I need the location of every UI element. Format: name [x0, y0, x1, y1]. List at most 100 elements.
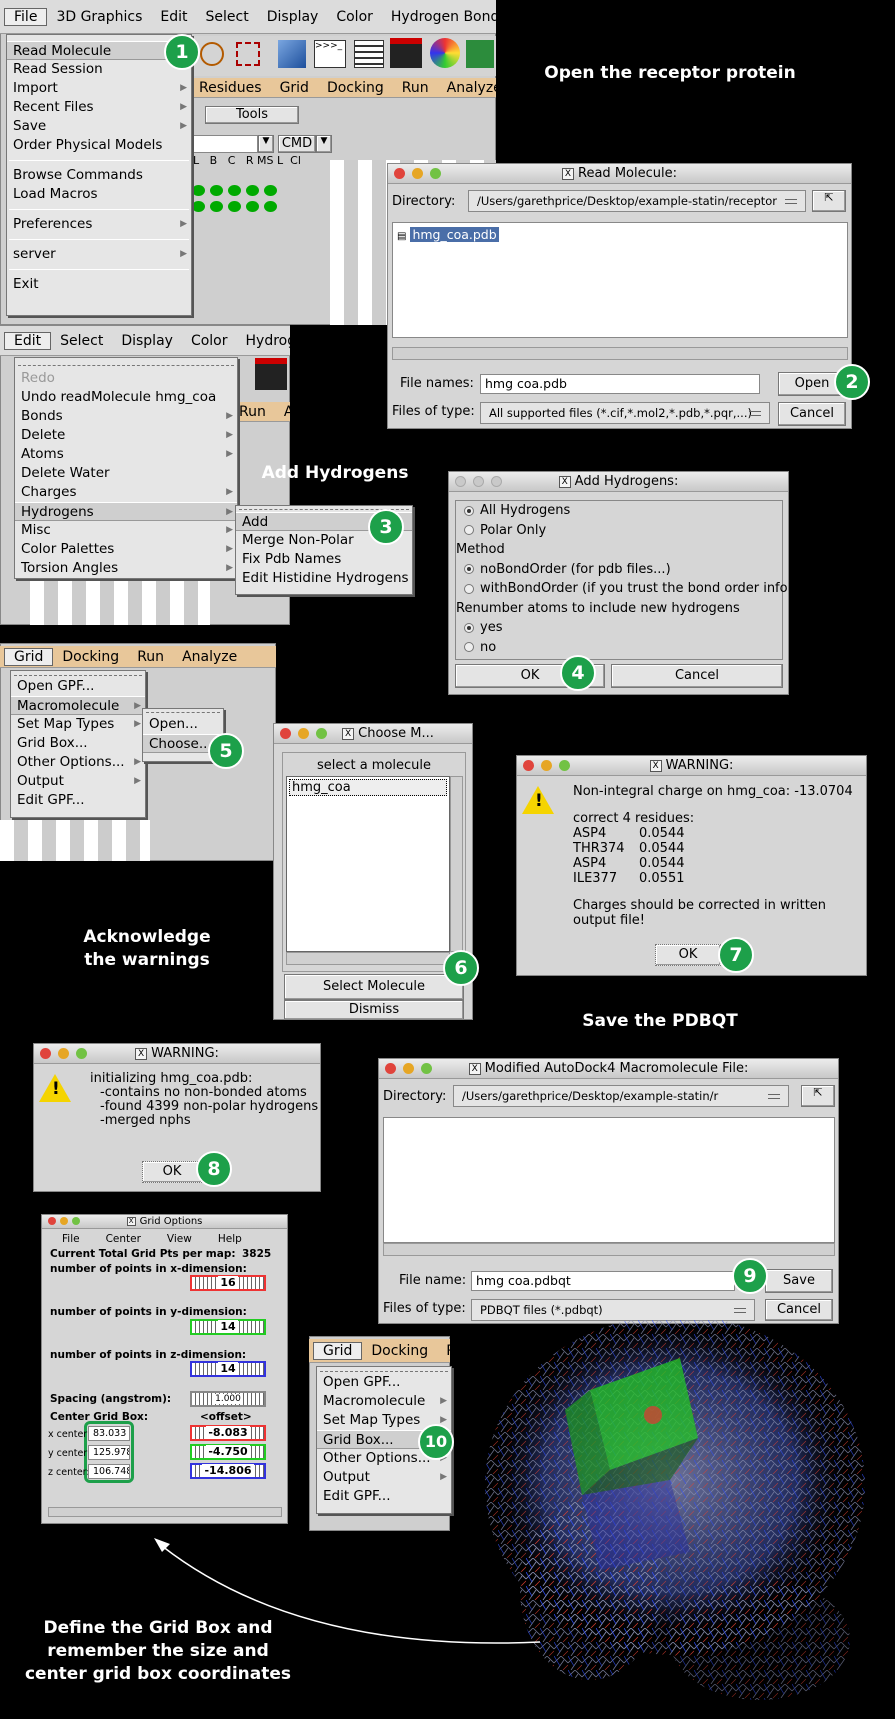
radio-yes[interactable]: yes — [464, 618, 782, 638]
menu-item-delete-water[interactable]: Delete Water — [15, 464, 237, 483]
menu-display-2[interactable]: Display — [112, 333, 182, 349]
menu-item-import[interactable]: Import ▶ — [7, 79, 191, 98]
pencil-icon[interactable] — [278, 40, 306, 68]
cancel-button[interactable]: Cancel — [611, 664, 783, 688]
radio-nobondorder[interactable]: noBondOrder (for pdb files...) — [464, 560, 782, 580]
y-points-slider[interactable]: 14 — [190, 1319, 266, 1335]
save-types-combo[interactable]: PDBQT files (*.pdbqt) — [471, 1299, 755, 1321]
x-center-input[interactable]: 83.033 — [88, 1426, 130, 1441]
radio-polar-only[interactable]: Polar Only — [464, 521, 782, 541]
file-list-scrollbar[interactable] — [392, 347, 848, 360]
menu-grid[interactable]: Grid — [271, 80, 318, 96]
dismiss-button[interactable]: Dismiss — [284, 1000, 464, 1019]
menu-grid-3[interactable]: Grid — [4, 647, 54, 666]
menu-item-browse-commands[interactable]: Browse Commands — [7, 166, 191, 185]
menu-analyze-3[interactable]: Analyze — [173, 649, 246, 665]
menu-item-edit-gpf-2[interactable]: Edit GPF... — [317, 1487, 451, 1506]
menu-run-3[interactable]: Run — [128, 649, 173, 665]
menu-item-fix-pdb-names[interactable]: Fix Pdb Names — [236, 550, 412, 569]
menu-item-set-map-types[interactable]: Set Map Types ▶ — [11, 715, 145, 734]
menu-item-undo[interactable]: Undo readMolecule hmg_coa — [15, 388, 237, 407]
parent-folder-button[interactable]: ⇱ — [812, 190, 846, 212]
menu-item-load-macros[interactable]: Load Macros — [7, 185, 191, 204]
menu-analyze[interactable]: Analyze — [438, 80, 511, 96]
menu-color[interactable]: Color — [327, 9, 382, 25]
molecule-item-hmg-coa[interactable]: hmg_coa — [289, 779, 447, 796]
file-item-hmg-coa[interactable]: ▤ hmg_coa.pdb — [397, 227, 499, 242]
menu-item-exit[interactable]: Exit — [7, 275, 191, 294]
z-center-input[interactable]: 106.748 — [88, 1464, 130, 1479]
radio-withbondorder[interactable]: withBondOrder (if you trust the bond ord… — [464, 579, 788, 599]
menu-center-go[interactable]: Center — [106, 1233, 141, 1245]
dashboard-field[interactable] — [190, 135, 258, 153]
menu-item-delete[interactable]: Delete ▶ — [15, 426, 237, 445]
menu-item-output[interactable]: Output ▶ — [11, 772, 145, 791]
menu-grid-4[interactable]: Grid — [313, 1341, 363, 1360]
radio-all-hydrogens[interactable]: All Hydrogens — [464, 501, 782, 521]
python-shell-icon[interactable]: >>>_ — [314, 40, 346, 68]
file-names-input[interactable]: hmg coa.pdb — [480, 374, 760, 394]
grid-options-scrollbar[interactable] — [48, 1507, 282, 1517]
menu-item-other-options[interactable]: Other Options... ▶ — [11, 753, 145, 772]
ok-button[interactable]: OK — [655, 944, 721, 966]
color-shapes-icon[interactable] — [430, 38, 460, 68]
menu-item-torsion-angles[interactable]: Torsion Angles ▶ — [15, 559, 237, 578]
radio-no[interactable]: no — [464, 638, 782, 658]
z-points-slider[interactable]: 14 — [190, 1361, 266, 1377]
menu-display[interactable]: Display — [258, 9, 328, 25]
save-file-list[interactable] — [383, 1117, 835, 1243]
menu-item-open-gpf-2[interactable]: Open GPF... — [317, 1373, 451, 1392]
menu-item-read-session[interactable]: Read Session — [7, 60, 191, 79]
x-offset-dial[interactable]: -8.083 — [190, 1425, 266, 1441]
save-directory-combo[interactable]: /Users/garethprice/Desktop/example-stati… — [453, 1085, 789, 1107]
menu-select-2[interactable]: Select — [51, 333, 112, 349]
menu-3d-graphics[interactable]: 3D Graphics — [47, 9, 151, 25]
parent-folder-button[interactable]: ⇱ — [801, 1085, 835, 1107]
save-button[interactable]: Save — [765, 1269, 833, 1293]
menu-item-order-physical-models[interactable]: Order Physical Models — [7, 136, 191, 155]
menu-file[interactable]: File — [4, 7, 48, 26]
file-list[interactable]: ▤ hmg_coa.pdb — [392, 222, 848, 338]
menu-item-charges[interactable]: Charges ▶ — [15, 483, 237, 502]
menu-item-open-gpf[interactable]: Open GPF... — [11, 677, 145, 696]
menu-item-macromolecule[interactable]: Macromolecule ▶ — [11, 696, 145, 715]
molecule-list[interactable]: hmg_coa — [286, 776, 450, 952]
menu-file-go[interactable]: File — [62, 1233, 80, 1245]
menu-item-atoms[interactable]: Atoms ▶ — [15, 445, 237, 464]
x-points-slider[interactable]: 16 — [190, 1275, 266, 1291]
menu-item-grid-box[interactable]: Grid Box... — [11, 734, 145, 753]
select-molecule-button[interactable]: Select Molecule — [284, 974, 464, 1000]
molecule-list-vscroll[interactable] — [450, 776, 463, 952]
menu-run[interactable]: Run — [393, 80, 438, 96]
menu-color-2[interactable]: Color — [182, 333, 237, 349]
menu-item-redo[interactable]: Redo — [15, 369, 237, 388]
menu-edit-2[interactable]: Edit — [4, 331, 52, 350]
menu-view-go[interactable]: View — [167, 1233, 192, 1245]
files-of-type-combo[interactable]: All supported files (*.cif,*.mol2,*.pdb,… — [480, 402, 770, 424]
directory-combo[interactable]: /Users/garethprice/Desktop/example-stati… — [468, 190, 806, 212]
menu-docking-3[interactable]: Docking — [53, 649, 128, 665]
menu-edit[interactable]: Edit — [151, 9, 196, 25]
menu-item-save[interactable]: Save ▶ — [7, 117, 191, 136]
y-center-input[interactable]: 125.978 — [88, 1445, 130, 1460]
menu-hydrogen-2[interactable]: Hydrog — [237, 333, 306, 349]
text-align-icon[interactable] — [354, 40, 384, 68]
menu-item-misc[interactable]: Misc ▶ — [15, 521, 237, 540]
dashboard-dropdown[interactable]: ▼ — [258, 135, 274, 153]
menu-select[interactable]: Select — [197, 9, 258, 25]
menu-item-server[interactable]: server ▶ — [7, 245, 191, 264]
menu-help-go[interactable]: Help — [218, 1233, 242, 1245]
target-icon[interactable] — [200, 42, 224, 66]
menu-item-preferences[interactable]: Preferences ▶ — [7, 215, 191, 234]
menu-item-open-macromolecule[interactable]: Open... — [143, 715, 223, 734]
menu-item-color-palettes[interactable]: Color Palettes ▶ — [15, 540, 237, 559]
cmd-dropdown[interactable]: ▼ — [316, 135, 332, 153]
menu-item-edit-gpf[interactable]: Edit GPF... — [11, 791, 145, 810]
menu-item-macromolecule-2[interactable]: Macromolecule ▶ — [317, 1392, 451, 1411]
z-offset-dial[interactable]: -14.806 — [190, 1463, 266, 1479]
menu-item-recent-files[interactable]: Recent Files ▶ — [7, 98, 191, 117]
menu-hydrogen-bonds[interactable]: Hydrogen Bonds — [382, 9, 516, 25]
menu-residues[interactable]: Residues — [190, 80, 271, 96]
network-icon[interactable] — [466, 40, 494, 68]
spacing-dial[interactable]: 1.000 — [190, 1391, 266, 1407]
